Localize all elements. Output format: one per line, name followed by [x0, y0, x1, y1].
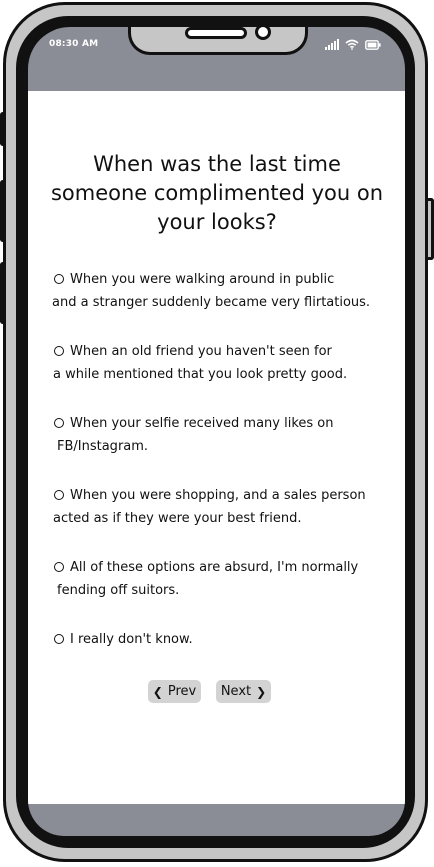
prev-button[interactable]: ❮ Prev: [148, 680, 201, 703]
option-text: a while mentioned that you look pretty g…: [53, 367, 348, 382]
option-text: When you were walking around in public: [70, 272, 335, 287]
status-time: 08:30 AM: [49, 39, 99, 49]
option-text: All of these options are absurd, I'm nor…: [70, 560, 359, 575]
option-text: acted as if they were your best friend.: [53, 511, 302, 526]
question-line: your looks?: [157, 210, 277, 234]
radio-button[interactable]: [54, 346, 64, 356]
chevron-right-icon: ❯: [256, 684, 267, 699]
question-line: When was the last time: [93, 152, 341, 176]
option-text: and a stranger suddenly became very flir…: [52, 295, 371, 310]
answer-option[interactable]: When you were walking around in public a…: [52, 268, 394, 314]
answer-option[interactable]: I really don't know.: [54, 628, 394, 651]
status-icons: [325, 38, 381, 50]
option-text: fending off suitors.: [57, 583, 180, 598]
radio-button[interactable]: [54, 274, 64, 284]
answer-option[interactable]: When an old friend you haven't seen for …: [53, 340, 394, 386]
question-line: someone complimented you on: [50, 181, 384, 205]
option-text: When you were shopping, and a sales pers…: [70, 488, 366, 503]
next-label: Next: [220, 684, 252, 699]
radio-button[interactable]: [54, 562, 64, 572]
answer-option[interactable]: When your selfie received many likes on …: [54, 412, 394, 458]
radio-button[interactable]: [54, 490, 64, 500]
signal-icon: [325, 39, 339, 50]
radio-button[interactable]: [54, 418, 64, 428]
next-button[interactable]: Next ❯: [216, 680, 271, 703]
option-text: When an old friend you haven't seen for: [70, 344, 332, 359]
phone-mockup: 08:30 AM When was the last time someone …: [0, 0, 434, 867]
wifi-icon: [345, 39, 359, 50]
prev-label: Prev: [167, 684, 197, 699]
speaker-icon: [185, 27, 247, 39]
option-text: FB/Instagram.: [57, 439, 149, 454]
option-text: I really don't know.: [70, 632, 193, 647]
answer-option[interactable]: When you were shopping, and a sales pers…: [53, 484, 394, 530]
answer-option[interactable]: All of these options are absurd, I'm nor…: [54, 556, 394, 602]
chevron-left-icon: ❮: [152, 684, 163, 699]
battery-icon: [365, 40, 381, 50]
camera-icon: [255, 24, 271, 40]
survey-navigation: ❮ Prev Next ❯: [148, 680, 271, 703]
option-text: When your selfie received many likes on: [70, 416, 334, 431]
radio-button[interactable]: [54, 634, 64, 644]
question-title: When was the last time someone complimen…: [40, 150, 394, 237]
